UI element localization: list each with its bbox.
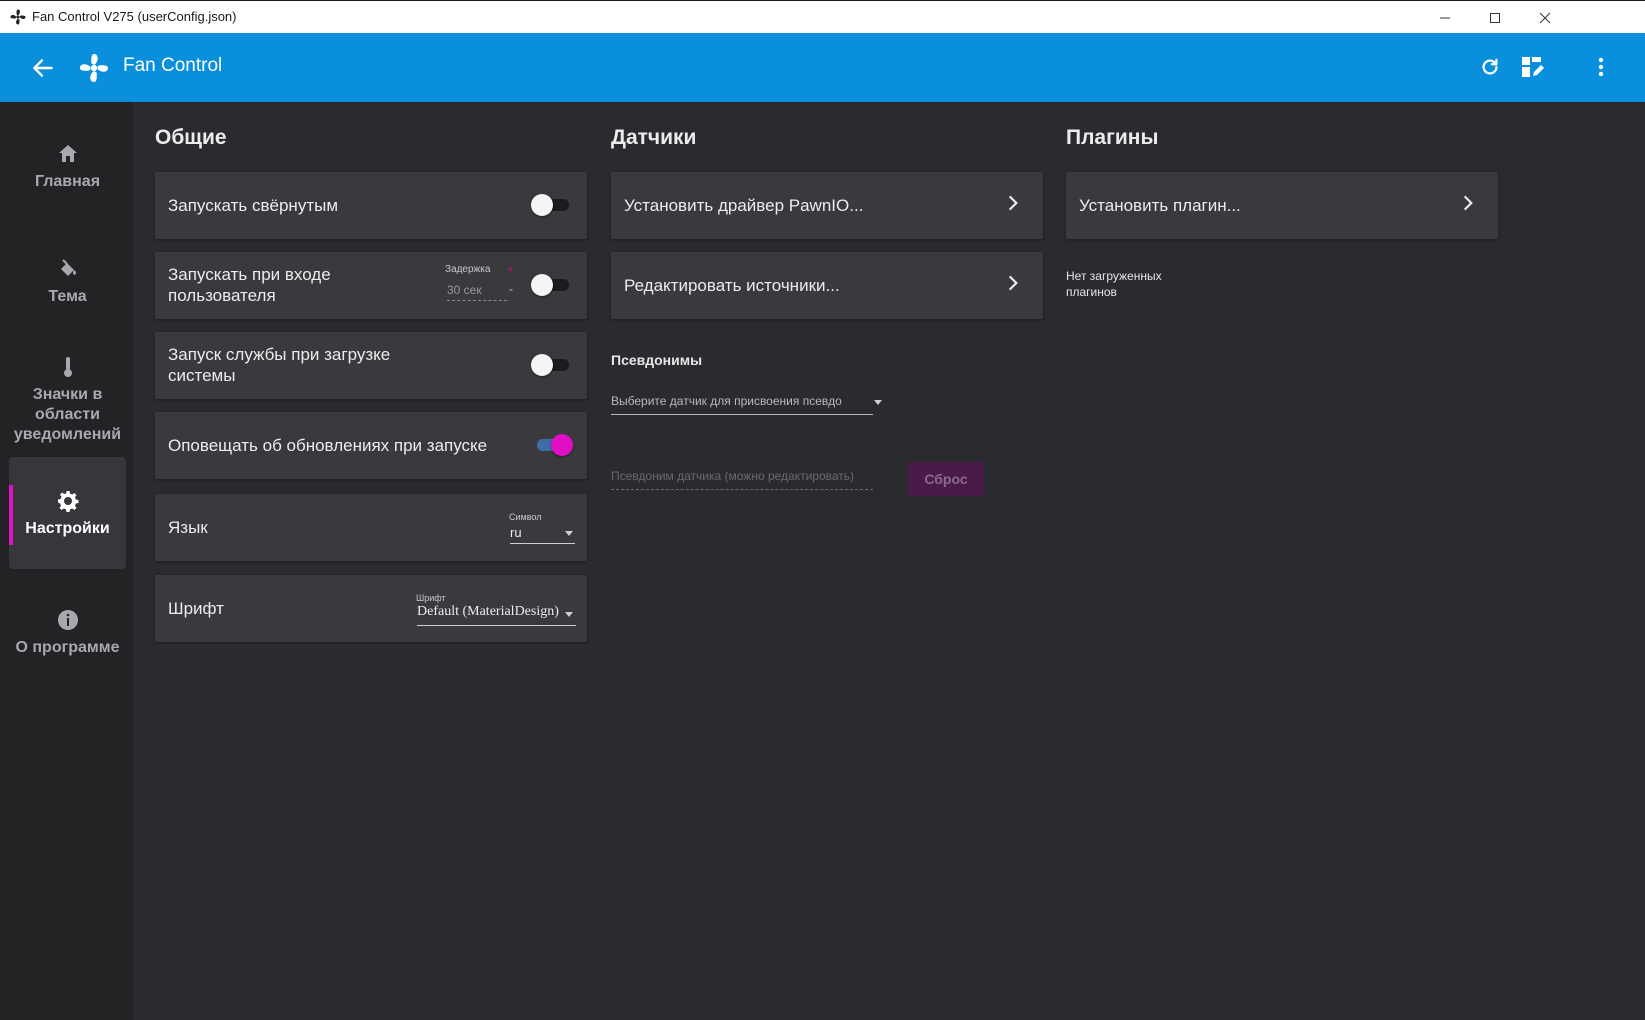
toggle-thumb — [531, 274, 553, 296]
more-vert-icon — [1598, 57, 1604, 77]
gear-icon — [57, 491, 78, 512]
font-select[interactable]: Default (MaterialDesign) — [417, 604, 576, 626]
window-titlebar: Fan Control V275 (userConfig.json) — [0, 0, 1645, 33]
install-driver-label: Установить драйвер PawnIO... — [624, 196, 864, 215]
chevron-down-icon — [565, 612, 573, 617]
chevron-right-icon — [1008, 275, 1018, 291]
app-title: Fan Control — [123, 55, 223, 76]
service-on-boot-card: Запуск службы при загрузке системы — [155, 332, 587, 399]
language-label: Язык — [168, 518, 208, 537]
window-title: Fan Control V275 (userConfig.json) — [32, 9, 237, 24]
delay-decrement-button[interactable]: - — [509, 282, 513, 296]
font-field-label: Шрифт — [416, 593, 446, 603]
general-section-title: Общие — [155, 126, 227, 149]
notify-updates-label: Оповещать об обновлениях при запуске — [168, 436, 488, 455]
toggle-thumb — [551, 434, 573, 456]
sidebar-item-label: Настройки — [25, 520, 110, 537]
install-plugin-card[interactable]: Установить плагин... — [1066, 172, 1498, 239]
home-icon — [58, 145, 77, 162]
thermometer-icon — [63, 357, 72, 377]
maximize-button[interactable] — [1470, 1, 1520, 34]
no-plugins-text: Нет загруженных плагинов — [1066, 269, 1162, 299]
minimize-button[interactable] — [1420, 1, 1470, 34]
sidebar-item-label: О программе — [15, 639, 120, 656]
delay-increment-button[interactable]: + — [507, 262, 514, 276]
toggle-thumb — [531, 354, 553, 376]
sidebar-item-about[interactable]: О программе — [9, 608, 126, 668]
maximize-icon — [1490, 12, 1500, 23]
sidebar-item-label: Тема — [48, 288, 87, 305]
service-on-boot-toggle[interactable] — [531, 354, 571, 376]
plugins-section-title: Плагины — [1066, 126, 1159, 149]
install-driver-card[interactable]: Установить драйвер PawnIO... — [611, 172, 1043, 239]
sensors-section-title: Датчики — [611, 126, 697, 149]
sidebar-item-label: Главная — [34, 173, 101, 190]
service-on-boot-label: Запуск службы при загрузке системы — [168, 345, 391, 385]
aliases-title: Псевдонимы — [611, 352, 703, 368]
fan-app-icon — [10, 9, 26, 25]
font-label: Шрифт — [168, 599, 224, 618]
edit-sources-label: Редактировать источники... — [624, 276, 840, 295]
dashboard-edit-icon — [1522, 57, 1544, 77]
sidebar-item-tray-icons[interactable]: Значки в области уведомлений — [9, 355, 126, 445]
start-minimized-label: Запускать свёрнутым — [168, 196, 339, 215]
toggle-thumb — [531, 194, 553, 216]
sidebar-item-settings[interactable]: Настройки — [9, 457, 126, 569]
sidebar: Главная Тема Значки в области уведомлени… — [0, 102, 133, 1020]
sensor-select-dropdown[interactable]: Выберите датчик для присвоения псевдо — [611, 394, 873, 415]
app-bar: Fan Control — [0, 33, 1645, 102]
info-icon — [57, 610, 78, 630]
chevron-down-icon — [565, 531, 573, 536]
reset-button[interactable]: Сброс — [908, 462, 984, 496]
paint-bucket-icon — [60, 259, 76, 276]
refresh-icon — [1482, 58, 1498, 75]
minimize-icon — [1440, 17, 1450, 18]
edit-sources-card[interactable]: Редактировать источники... — [611, 252, 1043, 319]
start-on-login-label: Запускать при входе пользователя — [168, 265, 331, 305]
fan-logo-icon — [80, 54, 108, 82]
notify-updates-card: Оповещать об обновлениях при запуске — [155, 412, 587, 479]
font-card: Шрифт Шрифт Default (MaterialDesign) — [155, 575, 587, 642]
alias-input[interactable]: Псевдоним датчика (можно редактировать) — [611, 469, 873, 490]
delay-label: Задержка — [445, 264, 491, 275]
delay-input[interactable]: 30 сек — [447, 283, 507, 301]
language-card: Язык Символ ru — [155, 494, 587, 561]
notify-updates-toggle[interactable] — [531, 434, 573, 456]
chevron-down-icon — [874, 400, 882, 405]
start-minimized-toggle[interactable] — [531, 194, 571, 216]
language-field-label: Символ — [509, 512, 542, 522]
edit-dashboard-button[interactable] — [1518, 53, 1546, 81]
sidebar-item-theme[interactable]: Тема — [9, 257, 126, 317]
settings-content: Общие Запускать свёрнутым Запускать при … — [133, 110, 1645, 1020]
start-minimized-card: Запускать свёрнутым — [155, 172, 587, 239]
refresh-button[interactable] — [1476, 53, 1504, 81]
more-menu-button[interactable] — [1587, 53, 1615, 81]
start-on-login-card: Запускать при входе пользователя Задержк… — [155, 252, 587, 319]
start-on-login-toggle[interactable] — [531, 274, 571, 296]
install-plugin-label: Установить плагин... — [1079, 196, 1241, 215]
close-button[interactable] — [1520, 1, 1570, 34]
sidebar-item-label: Значки в области уведомлений — [13, 386, 122, 443]
sidebar-item-home[interactable]: Главная — [9, 142, 126, 202]
chevron-right-icon — [1008, 195, 1018, 211]
close-icon — [1539, 12, 1551, 23]
back-arrow-icon[interactable] — [30, 55, 56, 81]
chevron-right-icon — [1463, 195, 1473, 211]
